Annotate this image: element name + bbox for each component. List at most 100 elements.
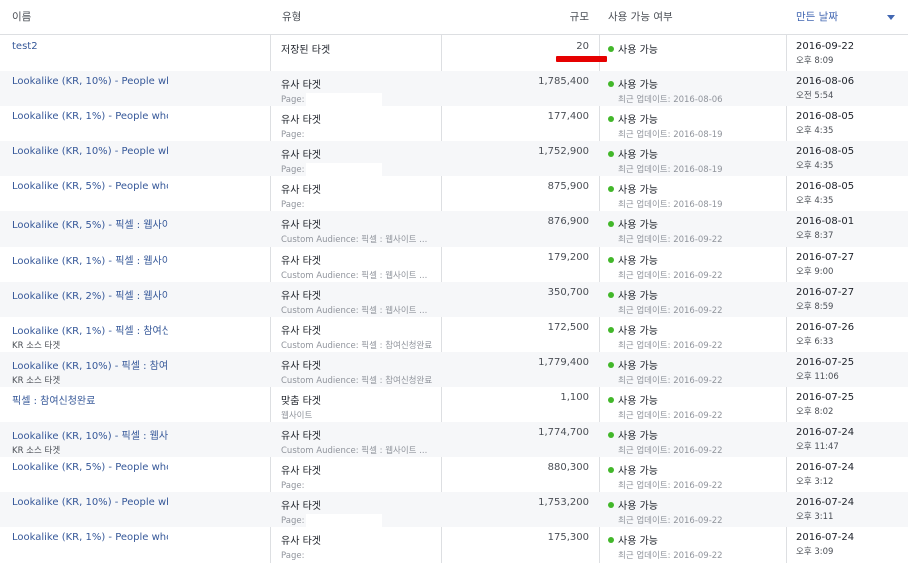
audience-name-link[interactable]: Lookalike (KR, 1%) - 픽셀 : 참여신청	[12, 322, 168, 337]
audience-type-source-text: Custom Audience: 픽셀 : 웹사이트 ...	[281, 305, 428, 316]
audience-created-date: 2016-08-06	[796, 76, 855, 88]
audience-type-source: Page:	[281, 93, 436, 107]
audience-status-cell: 사용 가능 최근 업데이트: 2016-09-22	[608, 497, 783, 526]
audience-status: 사용 가능	[618, 255, 658, 267]
audience-last-updated: 최근 업데이트: 2016-09-22	[618, 375, 723, 386]
audience-last-updated: 최근 업데이트: 2016-09-22	[618, 446, 723, 457]
audience-type-source: Page:	[281, 514, 436, 528]
audience-name-link[interactable]: Lookalike (KR, 2%) - 픽셀 : 웹사이트	[12, 287, 168, 302]
audience-type-source-text: Page:	[281, 200, 305, 211]
audience-created-date: 2016-09-22	[796, 41, 855, 52]
column-header-name[interactable]: 이름	[12, 0, 31, 35]
table-row[interactable]: Lookalike (KR, 10%) - People who li 유사 타겟…	[0, 492, 908, 528]
table-row[interactable]: Lookalike (KR, 2%) - 픽셀 : 웹사이트 유사 타겟 Custo…	[0, 281, 908, 317]
audience-size: 1,774,700	[538, 427, 589, 439]
status-available-icon	[608, 186, 614, 193]
audience-status: 사용 가능	[618, 325, 658, 337]
audience-type-cell: 유사 타겟 Page:	[281, 181, 436, 212]
column-header-date[interactable]: 만든 날짜	[796, 0, 838, 35]
audience-type-cell: 유사 타겟 Page:	[281, 111, 436, 142]
audience-type-source-text: Custom Audience: 픽셀 : 웹사이트 ...	[281, 446, 428, 457]
status-available-icon	[608, 256, 614, 263]
table-row[interactable]: Lookalike (KR, 1%) - 픽셀 : 웹사이트 유사 타겟 Custo…	[0, 247, 908, 282]
audience-name-cell: Lookalike (KR, 10%) - 픽셀 : 웹사이트 KR 소스 타겟	[12, 427, 168, 456]
audience-status-cell: 사용 가능 최근 업데이트: 2016-09-22	[608, 532, 783, 561]
audience-type-source-text: Custom Audience: 픽셀 : 웹사이트 ...	[281, 235, 428, 246]
status-available-icon	[608, 502, 614, 509]
audience-type-source: Custom Audience: 픽셀 : 참여신청완료	[281, 339, 436, 351]
audience-size: 172,500	[547, 321, 589, 333]
redacted-box	[306, 198, 383, 212]
audience-created-cell: 2016-07-24 오후 3:11	[796, 497, 854, 522]
audience-created-date: 2016-08-01	[796, 216, 855, 228]
audience-status: 사용 가능	[618, 360, 658, 372]
audience-created-date: 2016-07-26	[796, 321, 855, 333]
status-available-icon	[608, 432, 614, 439]
audience-created-date: 2016-07-24	[796, 497, 855, 509]
audience-name-link[interactable]: Lookalike (KR, 1%) - 픽셀 : 웹사이트	[12, 252, 168, 267]
audience-name-link[interactable]: Lookalike (KR, 10%) - People who li	[12, 76, 168, 87]
audience-created-date: 2016-08-05	[796, 181, 855, 193]
audience-status-cell: 사용 가능 최근 업데이트: 2016-09-22	[608, 462, 783, 491]
audience-created-cell: 2016-08-05 오후 4:35	[796, 111, 854, 136]
table-row[interactable]: Lookalike (KR, 1%) - People who lik 유사 타겟…	[0, 106, 908, 142]
table-row[interactable]: Lookalike (KR, 5%) - People who lik 유사 타겟…	[0, 176, 908, 212]
audience-name-link[interactable]: Lookalike (KR, 10%) - People who li	[12, 146, 168, 157]
audience-created-cell: 2016-07-25 오후 11:06	[796, 357, 854, 382]
audience-status: 사용 가능	[618, 185, 658, 197]
audience-name-link[interactable]: Lookalike (KR, 1%) - People who lik	[12, 111, 168, 122]
status-available-icon	[608, 81, 614, 88]
audience-type-source: Page:	[281, 198, 436, 212]
audience-created-cell: 2016-07-26 오후 6:33	[796, 322, 854, 347]
audience-created-date: 2016-07-25	[796, 356, 855, 368]
audience-name-link[interactable]: Lookalike (KR, 1%) - People who lik	[12, 532, 168, 543]
audience-status-cell: 사용 가능 최근 업데이트: 2016-08-19	[608, 146, 783, 175]
audience-name-link[interactable]: test2	[12, 41, 168, 52]
table-row[interactable]: Lookalike (KR, 10%) - 픽셀 : 참여신청 KR 소스 타겟 유…	[0, 351, 908, 387]
redacted-box	[306, 128, 383, 142]
audience-type-cell: 유사 타겟 Page:	[281, 146, 436, 177]
audience-status-cell: 사용 가능 최근 업데이트: 2016-08-06	[608, 76, 783, 105]
status-available-icon	[608, 396, 614, 403]
audience-name-link[interactable]: Lookalike (KR, 10%) - 픽셀 : 웹사이트	[12, 427, 168, 442]
audience-name-cell: Lookalike (KR, 10%) - People who li	[12, 497, 168, 510]
table-row[interactable]: Lookalike (KR, 5%) - People who lik 유사 타겟…	[0, 457, 908, 493]
audience-created-time: 오후 3:09	[796, 547, 834, 558]
audience-type-source: Custom Audience: 픽셀 : 참여신청완료	[281, 374, 436, 386]
audience-type-source: Page:	[281, 549, 436, 563]
audience-status-cell: 사용 가능 최근 업데이트: 2016-09-22	[608, 322, 783, 351]
column-header-size[interactable]: 규모	[442, 0, 589, 35]
table-row[interactable]: Lookalike (KR, 1%) - People who lik 유사 타겟…	[0, 527, 908, 563]
audience-created-time: 오후 8:02	[796, 406, 834, 417]
audience-status-cell: 사용 가능	[608, 41, 783, 58]
column-header-status[interactable]: 사용 가능 여부	[608, 0, 673, 35]
table-row[interactable]: test2 저장된 타겟 20 사용 가능 2016-09-22 오후 8:09	[0, 36, 908, 71]
column-header-type[interactable]: 유형	[282, 0, 301, 35]
audience-created-time: 오후 3:11	[796, 512, 834, 523]
table-row[interactable]: 픽셀 : 참여신청완료 맞춤 타겟 웹사이트 1,100 사용 가능 최근 업데이트: 2…	[0, 387, 908, 422]
audience-status-cell: 사용 가능 최근 업데이트: 2016-09-22	[608, 216, 783, 245]
audience-type-source: Page:	[281, 479, 436, 493]
audience-last-updated: 최근 업데이트: 2016-08-19	[618, 130, 723, 141]
audience-size: 20	[576, 41, 589, 52]
audience-name-link[interactable]: Lookalike (KR, 5%) - 픽셀 : 웹사이트	[12, 216, 168, 231]
audience-name-link[interactable]: Lookalike (KR, 10%) - 픽셀 : 참여신청	[12, 357, 168, 372]
audience-type-source-text: Custom Audience: 픽셀 : 참여신청완료	[281, 340, 433, 351]
audience-status: 사용 가능	[618, 290, 658, 302]
audience-name-link[interactable]: Lookalike (KR, 5%) - People who lik	[12, 181, 168, 192]
audience-size: 177,400	[547, 111, 589, 123]
audience-type-source: Custom Audience: 픽셀 : 웹사이트 ...	[281, 444, 436, 456]
audience-name-link[interactable]: Lookalike (KR, 5%) - People who lik	[12, 462, 168, 473]
status-available-icon	[608, 116, 614, 123]
sort-desc-icon[interactable]	[887, 15, 895, 20]
table-body: test2 저장된 타겟 20 사용 가능 2016-09-22 오후 8:09 Looka…	[0, 36, 908, 563]
audience-type-cell: 유사 타겟 Page:	[281, 462, 436, 493]
table-row[interactable]: Lookalike (KR, 1%) - 픽셀 : 참여신청 KR 소스 타겟 유사…	[0, 317, 908, 352]
table-row[interactable]: Lookalike (KR, 10%) - People who li 유사 타겟…	[0, 71, 908, 107]
table-row[interactable]: Lookalike (KR, 5%) - 픽셀 : 웹사이트 유사 타겟 Custo…	[0, 211, 908, 247]
audience-name-cell: 픽셀 : 참여신청완료	[12, 392, 168, 409]
table-row[interactable]: Lookalike (KR, 10%) - People who li 유사 타겟…	[0, 141, 908, 177]
table-row[interactable]: Lookalike (KR, 10%) - 픽셀 : 웹사이트 KR 소스 타겟 유…	[0, 422, 908, 458]
audience-name-link[interactable]: Lookalike (KR, 10%) - People who li	[12, 497, 168, 508]
audience-name-link[interactable]: 픽셀 : 참여신청완료	[12, 392, 168, 407]
